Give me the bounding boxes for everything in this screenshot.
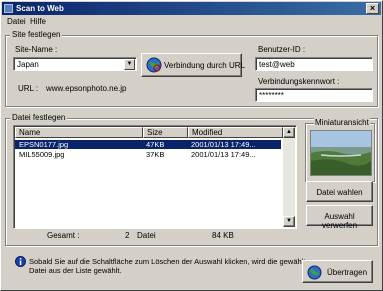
select-file-label: Datei wahlen bbox=[316, 188, 363, 197]
thumbnail-image bbox=[310, 130, 372, 176]
window-title: Scan to Web bbox=[16, 4, 64, 13]
site-group-label: Site festlegen bbox=[10, 30, 63, 39]
url-label: URL : bbox=[18, 84, 39, 93]
menu-hilfe[interactable]: Hilfe bbox=[30, 17, 46, 26]
globe-icon bbox=[146, 57, 162, 73]
file-size: 37KB bbox=[146, 150, 165, 159]
total-count: 2 bbox=[125, 231, 130, 240]
column-header-name[interactable]: Name bbox=[15, 127, 143, 138]
site-name-label: Site-Name : bbox=[15, 45, 58, 54]
menu-datei[interactable]: Datei bbox=[7, 17, 26, 26]
chevron-down-icon[interactable]: ▼ bbox=[124, 59, 135, 70]
info-icon bbox=[15, 256, 26, 267]
file-size: 47KB bbox=[146, 140, 165, 149]
title-bar[interactable]: Scan to Web × bbox=[2, 2, 381, 15]
file-modified: 2001/01/13 17:49... bbox=[191, 140, 256, 149]
site-name-dropdown[interactable]: Japan ▼ bbox=[13, 57, 137, 71]
password-input[interactable]: ******** bbox=[255, 88, 373, 102]
menu-bar: Datei Hilfe bbox=[2, 16, 381, 27]
table-row[interactable]: MIL55009.jpg 37KB 2001/01/13 17:49... bbox=[15, 150, 281, 159]
discard-selection-label: Auswahl verwerfen bbox=[321, 212, 358, 230]
total-label: Gesamt : bbox=[47, 231, 80, 240]
discard-selection-button[interactable]: Auswahl verwerfen bbox=[306, 205, 373, 230]
app-icon bbox=[4, 4, 13, 13]
landscape-thumbnail-icon bbox=[311, 131, 371, 175]
scroll-down-icon[interactable]: ▼ bbox=[283, 216, 295, 227]
transfer-label: Übertragen bbox=[327, 268, 368, 277]
preview-label: Miniaturansicht bbox=[314, 118, 370, 127]
scroll-up-icon[interactable]: ▲ bbox=[283, 127, 295, 138]
table-row[interactable]: EPSN0177.jpg 47KB 2001/01/13 17:49... bbox=[15, 140, 281, 149]
file-list[interactable]: Name Size Modified EPSN0177.jpg 47KB 200… bbox=[13, 125, 297, 229]
column-header-size[interactable]: Size bbox=[143, 127, 188, 138]
file-group-label: Datei festlegen bbox=[10, 113, 68, 122]
upload-globe-icon bbox=[307, 265, 322, 280]
total-size: 84 KB bbox=[212, 231, 234, 240]
column-header-modified[interactable]: Modified bbox=[188, 127, 283, 138]
password-value: ******** bbox=[259, 91, 284, 100]
user-id-value: test@web bbox=[259, 60, 295, 69]
connect-url-button[interactable]: Verbindung durch URL bbox=[141, 53, 245, 77]
user-id-label: Benutzer-ID : bbox=[258, 45, 306, 54]
url-value: www.epsonphoto.ne.jp bbox=[46, 84, 127, 93]
connect-url-label: Verbindung durch URL bbox=[164, 61, 245, 70]
scan-to-web-window: Scan to Web × Datei Hilfe Site festlegen… bbox=[0, 0, 383, 291]
transfer-button[interactable]: Übertragen bbox=[302, 260, 373, 283]
file-name: MIL55009.jpg bbox=[19, 150, 65, 159]
select-file-button[interactable]: Datei wahlen bbox=[306, 181, 373, 202]
password-label: Verbindungskennwort : bbox=[258, 77, 340, 86]
site-name-value: Japan bbox=[17, 60, 39, 69]
info-text-line1: Sobald Sie auf die Schaltfläche zum Lösc… bbox=[29, 257, 310, 266]
file-name: EPSN0177.jpg bbox=[19, 140, 69, 149]
close-button[interactable]: × bbox=[366, 3, 379, 14]
info-text-line2: Datei aus der Liste gewählt. bbox=[29, 266, 122, 275]
vertical-scrollbar[interactable]: ▲ ▼ bbox=[283, 127, 295, 227]
total-unit: Datei bbox=[137, 231, 156, 240]
file-modified: 2001/01/13 17:49... bbox=[191, 150, 256, 159]
user-id-input[interactable]: test@web bbox=[255, 57, 373, 71]
